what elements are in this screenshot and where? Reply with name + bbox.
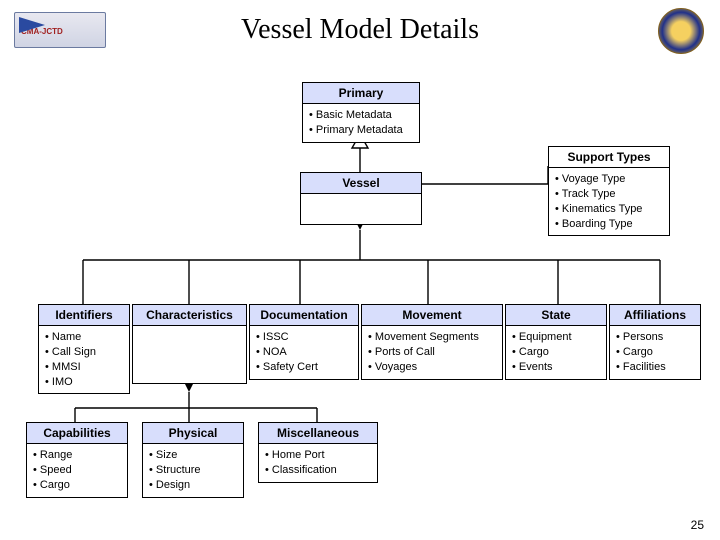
characteristics-box: Characteristics [132,304,247,384]
capabilities-box: CapabilitiesRangeSpeedCargo [26,422,128,498]
documentation-box: DocumentationISSCNOASafety Cert [249,304,359,380]
support-types-box: Support Types Voyage TypeTrack TypeKinem… [548,146,670,236]
state-box: StateEquipmentCargoEvents [505,304,607,380]
support-title: Support Types [549,147,669,168]
movement-box: MovementMovement SegmentsPorts of CallVo… [361,304,503,380]
page-number: 25 [691,518,704,532]
vessel-box: Vessel [300,172,422,225]
primary-title: Primary [303,83,419,104]
logo-right-seal [658,8,704,54]
physical-box: PhysicalSizeStructureDesign [142,422,244,498]
logo-left: CMA-JCTD [14,12,106,48]
primary-box: Primary Basic MetadataPrimary Metadata [302,82,420,143]
affiliations-box: AffiliationsPersonsCargoFacilities [609,304,701,380]
vessel-title: Vessel [301,173,421,194]
page-title: Vessel Model Details [0,0,720,46]
identifiers-box: IdentifiersNameCall SignMMSIIMO [38,304,130,394]
miscellaneous-box: MiscellaneousHome PortClassification [258,422,378,483]
